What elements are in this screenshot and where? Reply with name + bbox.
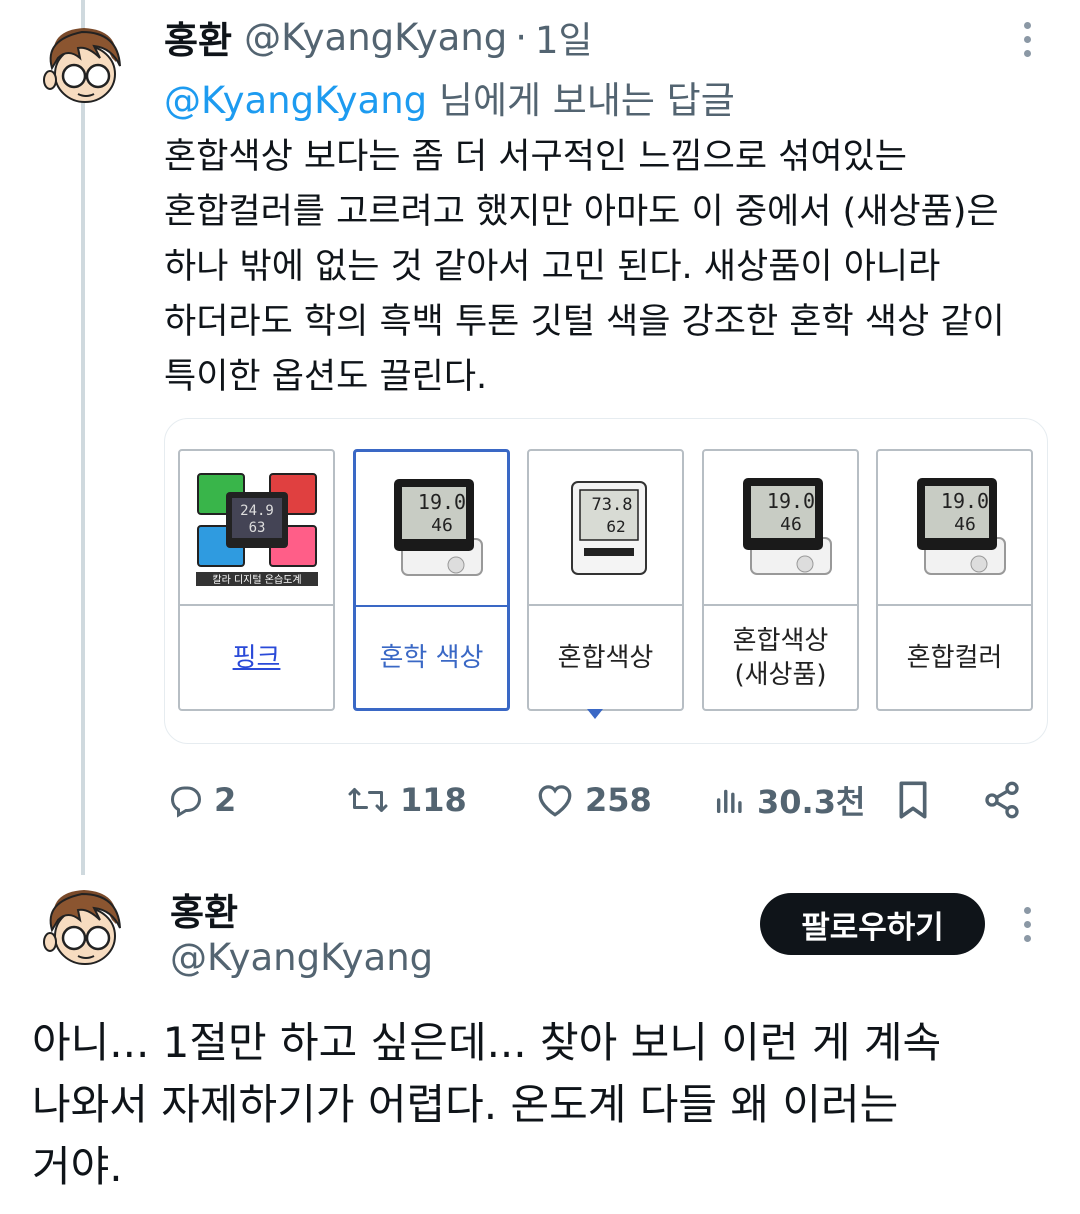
retweet-icon xyxy=(348,788,388,812)
option-label-line: 혼합색상 xyxy=(732,625,829,656)
avatar[interactable] xyxy=(34,18,134,118)
follow-button[interactable]: 팔로우하기 xyxy=(760,893,985,955)
retweet-count: 118 xyxy=(400,781,467,819)
selection-pointer xyxy=(587,709,603,719)
option-mixed-colour[interactable]: 19.0 46 혼합컬러 xyxy=(876,449,1033,711)
share-icon xyxy=(985,781,1019,819)
bookmark-button[interactable] xyxy=(896,770,930,830)
more-icon[interactable] xyxy=(1012,14,1042,64)
tweet-text-line: 나와서 자제하기가 어렵다. 온도계 다들 왜 이러는 xyxy=(32,1080,899,1129)
display-name[interactable]: 홍환 xyxy=(164,10,232,64)
option-mixed-color[interactable]: 73.8 62 혼합색상 xyxy=(527,449,684,711)
svg-text:19.0: 19.0 xyxy=(940,489,988,513)
option-mixed-crane[interactable]: 19.0 46 혼학 색상 xyxy=(353,449,510,711)
action-bar: 2 118 258 30.3천 xyxy=(0,770,1080,830)
svg-text:19.0: 19.0 xyxy=(766,489,814,513)
image-caption: 칼라 디지털 온습도계 xyxy=(212,573,301,586)
like-icon xyxy=(538,785,572,817)
views-icon xyxy=(716,789,742,814)
tweet-text-line: 하나 밖에 없는 것 같아서 고민 된다. 새상품이 아니라 xyxy=(164,247,941,287)
product-image: 24.9 63 칼라 디지털 온습도계 xyxy=(180,451,333,606)
option-mixed-color-new[interactable]: 19.0 46 혼합색상 (새상품) xyxy=(702,449,859,711)
product-image: 19.0 46 xyxy=(356,452,507,607)
avatar[interactable] xyxy=(34,880,134,980)
reply-count: 2 xyxy=(214,781,237,819)
svg-text:24.9: 24.9 xyxy=(240,503,274,519)
svg-text:73.8: 73.8 xyxy=(591,495,632,515)
svg-text:46: 46 xyxy=(954,514,976,535)
user-handle[interactable]: @KyangKyang xyxy=(170,936,433,979)
retweet-button[interactable]: 118 xyxy=(346,770,467,830)
option-label[interactable]: 혼합색상 (새상품) xyxy=(704,606,857,709)
like-count: 258 xyxy=(585,781,652,819)
view-count: 30.3천 xyxy=(757,783,866,821)
thread-connector-line xyxy=(81,0,85,875)
option-label[interactable]: 혼학 색상 xyxy=(356,607,507,708)
option-label-line: (새상품) xyxy=(734,659,827,690)
display-name[interactable]: 홍환 xyxy=(170,882,238,936)
svg-text:63: 63 xyxy=(248,520,265,536)
reply-mention-link[interactable]: @KyangKyang xyxy=(164,79,427,122)
tweet-text-line: 혼합색상 보다는 좀 더 서구적인 느낌으로 섞여있는 xyxy=(164,137,907,177)
product-image: 73.8 62 xyxy=(529,451,682,606)
svg-text:46: 46 xyxy=(780,514,802,535)
option-label[interactable]: 혼합색상 xyxy=(529,606,682,709)
svg-text:19.0: 19.0 xyxy=(417,490,465,514)
reply-icon xyxy=(170,786,202,818)
reply-suffix: 님에게 보내는 답글 xyxy=(427,79,735,122)
tweet-text: 아니... 1절만 하고 싶은데... 찾아 보니 이런 게 계속 나와서 자제… xyxy=(32,1012,1042,1198)
reply-button[interactable]: 2 xyxy=(168,770,236,830)
media-card[interactable]: 24.9 63 칼라 디지털 온습도계 핑크 19.0 46 혼학 색상 73.… xyxy=(164,418,1048,744)
svg-text:46: 46 xyxy=(431,515,453,536)
tweet-text-line: 아니... 1절만 하고 싶은데... 찾아 보니 이런 게 계속 xyxy=(32,1018,942,1067)
tweet-header: 홍환 @KyangKyang · 1일 xyxy=(164,10,593,64)
product-image: 19.0 46 xyxy=(878,451,1031,606)
header-separator: · xyxy=(515,15,528,59)
tweet-text-line: 하더라도 학의 흑백 투톤 깃털 색을 강조한 혼학 색상 같이 xyxy=(164,302,1005,342)
tweet-text-line: 혼합컬러를 고르려고 했지만 아마도 이 중에서 (새상품)은 xyxy=(164,192,999,232)
svg-text:62: 62 xyxy=(606,517,625,536)
share-button[interactable] xyxy=(982,770,1022,830)
more-icon[interactable] xyxy=(1012,899,1042,949)
option-pink[interactable]: 24.9 63 칼라 디지털 온습도계 핑크 xyxy=(178,449,335,711)
user-handle[interactable]: @KyangKyang xyxy=(244,16,507,59)
product-image: 19.0 46 xyxy=(704,451,857,606)
bookmark-icon xyxy=(899,781,927,819)
timestamp[interactable]: 1일 xyxy=(535,10,593,64)
tweet-text: 혼합색상 보다는 좀 더 서구적인 느낌으로 섞여있는 혼합컬러를 고르려고 했… xyxy=(164,130,1054,405)
tweet-text-line: 거야. xyxy=(32,1142,123,1191)
views-button[interactable]: 30.3천 xyxy=(713,770,865,830)
tweet-text-line: 특이한 옵션도 끌린다. xyxy=(164,357,488,397)
replying-to: @KyangKyang 님에게 보내는 답글 xyxy=(164,70,735,124)
like-button[interactable]: 258 xyxy=(535,770,652,830)
option-label[interactable]: 핑크 xyxy=(180,606,333,709)
option-label[interactable]: 혼합컬러 xyxy=(878,606,1031,709)
